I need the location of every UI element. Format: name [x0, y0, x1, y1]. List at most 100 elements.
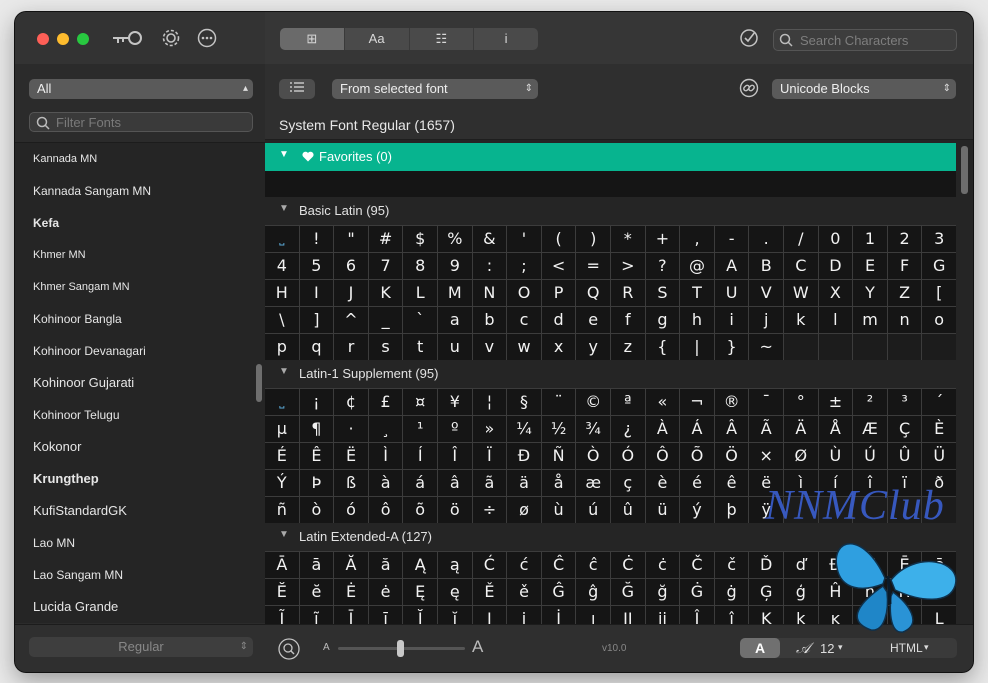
- character-cell[interactable]: [: [922, 280, 956, 306]
- character-cell[interactable]: É: [265, 443, 299, 469]
- character-cell[interactable]: ê: [714, 470, 749, 496]
- character-cell[interactable]: e: [576, 307, 610, 333]
- character-cell[interactable]: Û: [887, 443, 922, 469]
- character-cell[interactable]: ⎵: [265, 226, 299, 252]
- character-cell[interactable]: Ğ: [610, 579, 645, 605]
- character-cell[interactable]: .: [749, 226, 783, 252]
- character-cell[interactable]: ⎵: [265, 389, 299, 415]
- character-cell[interactable]: æ: [576, 470, 610, 496]
- character-cell[interactable]: ^: [334, 307, 368, 333]
- character-cell[interactable]: Q: [576, 280, 610, 306]
- character-cell[interactable]: ô: [368, 497, 403, 523]
- character-cell[interactable]: Ĳ: [610, 606, 645, 624]
- character-cell[interactable]: ċ: [645, 552, 680, 578]
- character-cell[interactable]: `: [403, 307, 437, 333]
- character-cell[interactable]: Ĵ: [680, 606, 714, 624]
- character-cell[interactable]: Ģ: [749, 579, 783, 605]
- character-cell[interactable]: Ü: [922, 443, 956, 469]
- character-cell[interactable]: =: [576, 253, 610, 279]
- close-button[interactable]: [37, 33, 49, 45]
- character-cell[interactable]: ?: [645, 253, 680, 279]
- character-cell[interactable]: Ĉ: [541, 552, 576, 578]
- character-cell[interactable]: á: [403, 470, 437, 496]
- character-cell[interactable]: Ķ: [749, 606, 783, 624]
- character-cell[interactable]: n: [887, 307, 922, 333]
- character-cell[interactable]: ): [576, 226, 610, 252]
- character-cell[interactable]: ´: [922, 389, 956, 415]
- character-cell[interactable]: ¬: [680, 389, 714, 415]
- character-cell[interactable]: w: [507, 334, 541, 360]
- character-cell[interactable]: å: [541, 470, 576, 496]
- character-cell[interactable]: m: [853, 307, 887, 333]
- character-cell[interactable]: Į: [472, 606, 507, 624]
- tab-info[interactable]: i: [474, 28, 538, 50]
- character-cell[interactable]: º: [437, 416, 472, 442]
- character-cell[interactable]: °: [783, 389, 818, 415]
- character-cell[interactable]: ;: [507, 253, 541, 279]
- font-list-item[interactable]: Khmer Sangam MN: [15, 271, 265, 303]
- character-cell[interactable]: y: [576, 334, 610, 360]
- character-cell[interactable]: ù: [541, 497, 576, 523]
- character-cell[interactable]: t: [403, 334, 437, 360]
- character-cell[interactable]: õ: [403, 497, 437, 523]
- font-list-item[interactable]: Lao MN: [15, 527, 265, 559]
- character-cell[interactable]: 9: [437, 253, 472, 279]
- character-cell[interactable]: /: [783, 226, 818, 252]
- character-cell[interactable]: G: [922, 253, 956, 279]
- character-cell[interactable]: û: [610, 497, 645, 523]
- character-cell[interactable]: ķ: [783, 606, 818, 624]
- character-cell[interactable]: Ì: [368, 443, 403, 469]
- character-cell[interactable]: ª: [610, 389, 645, 415]
- character-cell[interactable]: {: [645, 334, 680, 360]
- character-cell[interactable]: 2: [887, 226, 922, 252]
- character-cell[interactable]: ¢: [334, 389, 368, 415]
- character-cell[interactable]: S: [645, 280, 680, 306]
- character-cell[interactable]: }: [714, 334, 749, 360]
- character-cell[interactable]: W: [783, 280, 818, 306]
- character-cell[interactable]: ¯: [749, 389, 783, 415]
- character-cell[interactable]: %: [437, 226, 472, 252]
- character-cell[interactable]: à: [368, 470, 403, 496]
- character-cell[interactable]: D: [818, 253, 853, 279]
- character-cell[interactable]: Ò: [576, 443, 610, 469]
- character-cell[interactable]: 7: [368, 253, 403, 279]
- character-cell[interactable]: ĉ: [576, 552, 610, 578]
- character-cell[interactable]: ę: [437, 579, 472, 605]
- character-cell[interactable]: _: [368, 307, 403, 333]
- character-cell[interactable]: ¦: [472, 389, 507, 415]
- character-cell[interactable]: Å: [818, 416, 853, 442]
- character-cell[interactable]: Č: [680, 552, 714, 578]
- character-cell[interactable]: Ĕ: [265, 579, 299, 605]
- character-cell[interactable]: p: [265, 334, 299, 360]
- character-cell[interactable]: į: [507, 606, 541, 624]
- character-cell[interactable]: ĳ: [645, 606, 680, 624]
- collection-popup[interactable]: All ▴: [29, 79, 253, 99]
- character-cell[interactable]: +: [645, 226, 680, 252]
- character-cell[interactable]: Ď: [749, 552, 783, 578]
- character-cell[interactable]: $: [403, 226, 437, 252]
- character-cell[interactable]: <: [541, 253, 576, 279]
- zoom-icon[interactable]: [278, 638, 300, 664]
- size-slider-thumb[interactable]: [397, 640, 404, 657]
- character-cell[interactable]: Â: [714, 416, 749, 442]
- character-cell[interactable]: ĝ: [576, 579, 610, 605]
- character-cell[interactable]: ó: [334, 497, 368, 523]
- character-cell[interactable]: Ė: [334, 579, 368, 605]
- character-cell[interactable]: ¡: [299, 389, 334, 415]
- character-cell[interactable]: ø: [507, 497, 541, 523]
- filter-fonts-field[interactable]: Filter Fonts: [29, 112, 253, 132]
- character-cell[interactable]: Ī: [334, 606, 368, 624]
- character-cell[interactable]: Ô: [645, 443, 680, 469]
- character-cell[interactable]: z: [610, 334, 645, 360]
- character-cell[interactable]: ĭ: [437, 606, 472, 624]
- character-cell[interactable]: İ: [541, 606, 576, 624]
- tab-font-preview[interactable]: Aa: [345, 28, 410, 50]
- character-cell[interactable]: ı: [576, 606, 610, 624]
- character-cell[interactable]: o: [922, 307, 956, 333]
- character-cell[interactable]: À: [645, 416, 680, 442]
- character-cell[interactable]: ß: [334, 470, 368, 496]
- character-cell[interactable]: Á: [680, 416, 714, 442]
- font-list-item[interactable]: Kannada MN: [15, 143, 265, 175]
- character-cell[interactable]: Ā: [265, 552, 299, 578]
- font-list-item[interactable]: Krungthep: [15, 463, 265, 495]
